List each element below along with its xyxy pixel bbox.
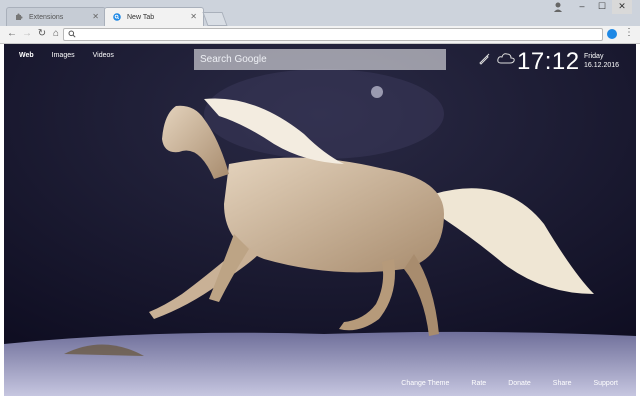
search-input[interactable]: Search Google [194,49,446,70]
user-icon[interactable] [548,0,568,14]
nav-web[interactable]: Web [19,52,34,59]
back-icon[interactable]: ← [6,28,18,40]
tab-new-tab[interactable]: New Tab ✕ [104,7,204,26]
home-icon[interactable]: ⌂ [50,28,62,40]
rate-link[interactable]: Rate [471,380,486,387]
close-window-icon[interactable]: ✕ [612,0,632,14]
window-controls: – ☐ ✕ [572,0,632,14]
address-bar[interactable] [63,28,603,41]
day-label: Friday [584,53,604,60]
tab-extensions[interactable]: Extensions ✕ [6,7,106,26]
share-link[interactable]: Share [553,380,572,387]
new-tab-page: Web Images Videos Search Google 17:12 Fr… [4,44,636,396]
forward-icon[interactable]: → [21,28,33,40]
minimize-icon[interactable]: – [572,0,592,14]
horse-wallpaper [4,44,636,396]
browser-toolbar: ← → ↻ ⌂ ⋮ [0,26,640,44]
search-type-nav: Web Images Videos [19,52,132,59]
date-label: 16.12.2016 [584,62,620,69]
maximize-icon[interactable]: ☐ [592,0,612,14]
search-icon [68,30,76,38]
change-theme-link[interactable]: Change Theme [401,380,449,387]
puzzle-icon [16,13,23,20]
donate-link[interactable]: Donate [508,380,531,387]
date-display: Friday 16.12.2016 [584,52,619,70]
clock: 17:12 [517,48,580,75]
tab-label: New Tab [127,13,155,21]
reload-icon[interactable]: ↻ [36,28,48,40]
brush-icon[interactable] [477,52,491,66]
browser-titlebar: Extensions ✕ New Tab ✕ – ☐ ✕ [0,0,640,26]
footer-links: Change Theme Rate Donate Share Support [379,380,618,387]
extension-icon[interactable] [607,29,617,39]
cloud-icon [497,53,515,64]
tab-label: Extensions [29,13,64,21]
support-link[interactable]: Support [593,380,618,387]
close-tab-icon[interactable]: ✕ [92,12,99,21]
new-tab-button[interactable] [202,12,228,26]
nav-images[interactable]: Images [52,52,75,59]
newtab-icon [113,13,121,21]
menu-icon[interactable]: ⋮ [624,28,634,40]
nav-videos[interactable]: Videos [93,52,114,59]
close-tab-icon[interactable]: ✕ [190,12,197,21]
